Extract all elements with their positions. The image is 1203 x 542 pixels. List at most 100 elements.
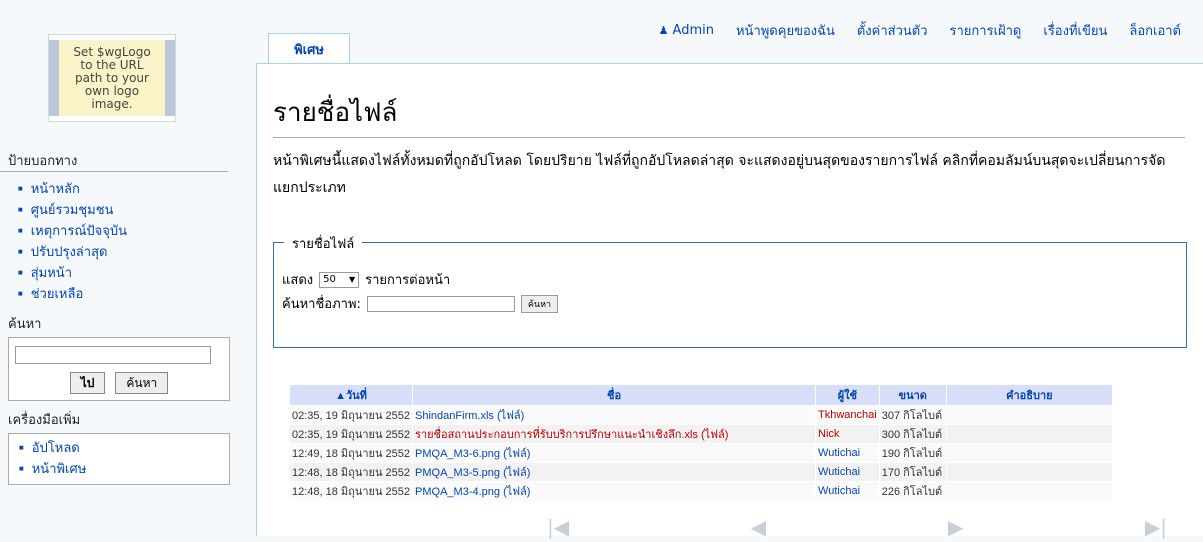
toolbox-portlet: อัปโหลด หน้าพิเศษ [8,433,230,485]
cell-name: ShindanFirm.xls (ไฟล์) [412,405,817,425]
cell-date: 12:48, 18 มิถุนายน 2552 [288,481,414,501]
file-list-form: รายชื่อไฟล์ แสดง 50 ▼ รายการต่อหน้า ค้นห… [273,233,1187,348]
logo-text: Set $wgLogo to the URL path to your own … [73,44,151,111]
nav-portlet: หน้าหลัก ศูนย์รวมชุมชน เหตุการณ์ปัจจุบัน… [8,175,230,309]
tab-special[interactable]: พิเศษ [268,33,350,64]
last-page-icon[interactable]: ▶| [1145,515,1167,539]
next-page-icon[interactable]: ▶ [948,515,963,539]
cell-description [945,462,1114,482]
file-link[interactable]: ShindanFirm.xls (ไฟล์) [415,410,524,422]
cell-description [945,405,1114,425]
logout-link[interactable]: ล็อกเอาต์ [1129,20,1181,41]
user-link[interactable]: Wutichai [818,485,860,497]
cell-name: PMQA_M3-6.png (ไฟล์) [412,443,817,463]
sidebar-item-help[interactable]: ช่วยเหลือ [18,284,230,305]
image-search-button[interactable]: ค้นหา [520,294,559,313]
content-area: รายชื่อไฟล์ หน้าพิเศษนี้แสดงไฟล์ทั้งหมดท… [256,63,1203,539]
cell-date: 12:49, 18 มิถุนายน 2552 [288,443,414,463]
cell-date: 12:48, 18 มิถุนายน 2552 [288,462,414,482]
prev-page-icon[interactable]: ◀ [751,515,766,539]
contributions-link[interactable]: เรื่องที่เขียน [1043,20,1107,41]
sidebar-item-label: อัปโหลด [31,441,80,456]
sidebar-item-label: เหตุการณ์ปัจจุบัน [30,224,128,239]
sidebar-item-recent-changes[interactable]: ปรับปรุงล่าสุด [18,242,230,263]
col-date[interactable]: ▲วันที่ [288,384,414,406]
cell-date: 02:35, 19 มิถุนายน 2552 [288,424,414,444]
user-link[interactable]: Wutichai [818,447,860,459]
search-row: ค้นหาชื่อภาพ: ค้นหา [282,293,559,314]
per-page-label: รายการต่อหน้า [365,273,451,288]
cell-user: Wutichai [815,462,880,482]
sidebar-item-label: สุ่มหน้า [30,266,72,281]
page: ♟ Admin หน้าพูดคุยของฉัน ตั้งค่าส่วนตัว … [0,0,1203,539]
cell-name: รายชื่อสถานประกอบการที่รับบริการปรึกษาแน… [412,424,817,444]
go-button[interactable]: ไป [69,372,106,394]
cell-description [945,481,1114,501]
file-link[interactable]: PMQA_M3-4.png (ไฟล์) [415,486,530,498]
cell-size: 300 กิโลไบต์ [878,424,947,444]
table-row: 12:48, 18 มิถุนายน 2552 PMQA_M3-5.png (ไ… [288,462,1114,482]
sidebar-item-label: หน้าพิเศษ [31,462,87,477]
search-label: ค้นหาชื่อภาพ: [282,297,361,312]
user-name: Admin [672,23,714,38]
cell-size: 190 กิโลไบต์ [878,443,947,463]
cell-size: 170 กิโลไบต์ [878,462,947,482]
cell-size: 307 กิโลไบต์ [878,405,947,425]
user-link[interactable]: Wutichai [818,466,860,478]
title-divider [273,137,1185,138]
search-portlet: ไป ค้นหา [8,337,230,401]
page-title: รายชื่อไฟล์ [273,98,398,128]
sidebar-item-label: ศูนย์รวมชุมชน [30,203,114,218]
file-link[interactable]: PMQA_M3-5.png (ไฟล์) [415,467,530,479]
sidebar-item-upload[interactable]: อัปโหลด [19,438,229,459]
table-header-row: ▲วันที่ ชื่อ ผู้ใช้ ขนาด คำอธิบาย [288,384,1114,406]
limit-select[interactable]: 50 ▼ [319,271,360,288]
logo-placeholder: Set $wgLogo to the URL path to your own … [49,40,175,116]
chevron-down-icon: ▼ [348,275,356,284]
search-button[interactable]: ค้นหา [115,372,169,394]
col-description: คำอธิบาย [945,384,1114,406]
watchlist-link[interactable]: รายการเฝ้าดู [950,20,1022,41]
table-row: 12:49, 18 มิถุนายน 2552 PMQA_M3-6.png (ไ… [288,443,1114,463]
preferences-link[interactable]: ตั้งค่าส่วนตัว [857,20,928,41]
sidebar-item-current-events[interactable]: เหตุการณ์ปัจจุบัน [18,221,230,242]
form-legend: รายชื่อไฟล์ [284,233,363,254]
pager: |◀ ◀ ▶ ▶| [547,512,1167,542]
col-user[interactable]: ผู้ใช้ [815,384,880,406]
user-icon: ♟ [658,24,669,37]
col-size[interactable]: ขนาด [878,384,947,406]
cell-user: Tkhwanchai [815,405,880,425]
search-buttons: ไป ค้นหา [15,372,223,394]
user-link[interactable]: ♟ Admin [659,20,714,41]
cell-size: 226 กิโลไบต์ [878,481,947,501]
table-row: 02:35, 19 มิถุนายน 2552 รายชื่อสถานประกอ… [288,424,1114,444]
show-label: แสดง [282,273,314,288]
first-page-icon[interactable]: |◀ [547,515,569,539]
talk-link[interactable]: หน้าพูดคุยของฉัน [736,20,835,41]
toolbox-heading: เครื่องมือเพิ่ม [8,413,81,428]
file-link[interactable]: PMQA_M3-6.png (ไฟล์) [415,448,530,460]
file-link[interactable]: รายชื่อสถานประกอบการที่รับบริการปรึกษาแน… [415,429,728,441]
sidebar-item-community[interactable]: ศูนย์รวมชุมชน [18,200,230,221]
cell-user: Wutichai [815,481,880,501]
col-name[interactable]: ชื่อ [412,384,817,406]
cell-name: PMQA_M3-4.png (ไฟล์) [412,481,817,501]
user-link[interactable]: Nick [818,428,839,440]
table-row: 12:48, 18 มิถุนายน 2552 PMQA_M3-4.png (ไ… [288,481,1114,501]
sidebar-item-label: ปรับปรุงล่าสุด [30,245,108,260]
user-link[interactable]: Tkhwanchai [818,409,877,421]
cell-name: PMQA_M3-5.png (ไฟล์) [412,462,817,482]
sidebar-item-special-pages[interactable]: หน้าพิเศษ [19,459,229,480]
site-logo[interactable]: Set $wgLogo to the URL path to your own … [48,34,176,122]
sidebar-item-main-page[interactable]: หน้าหลัก [18,179,230,200]
sidebar-item-random[interactable]: สุ่มหน้า [18,263,230,284]
sidebar-item-label: ช่วยเหลือ [30,287,84,302]
limit-value: 50 [323,274,336,285]
file-table: ▲วันที่ ชื่อ ผู้ใช้ ขนาด คำอธิบาย 02:35,… [288,384,1114,501]
table-row: 02:35, 19 มิถุนายน 2552 ShindanFirm.xls … [288,405,1114,425]
search-input[interactable] [15,346,211,364]
cell-description [945,443,1114,463]
cell-user: Nick [815,424,880,444]
image-search-input[interactable] [366,295,515,312]
cell-date: 02:35, 19 มิถุนายน 2552 [288,405,414,425]
